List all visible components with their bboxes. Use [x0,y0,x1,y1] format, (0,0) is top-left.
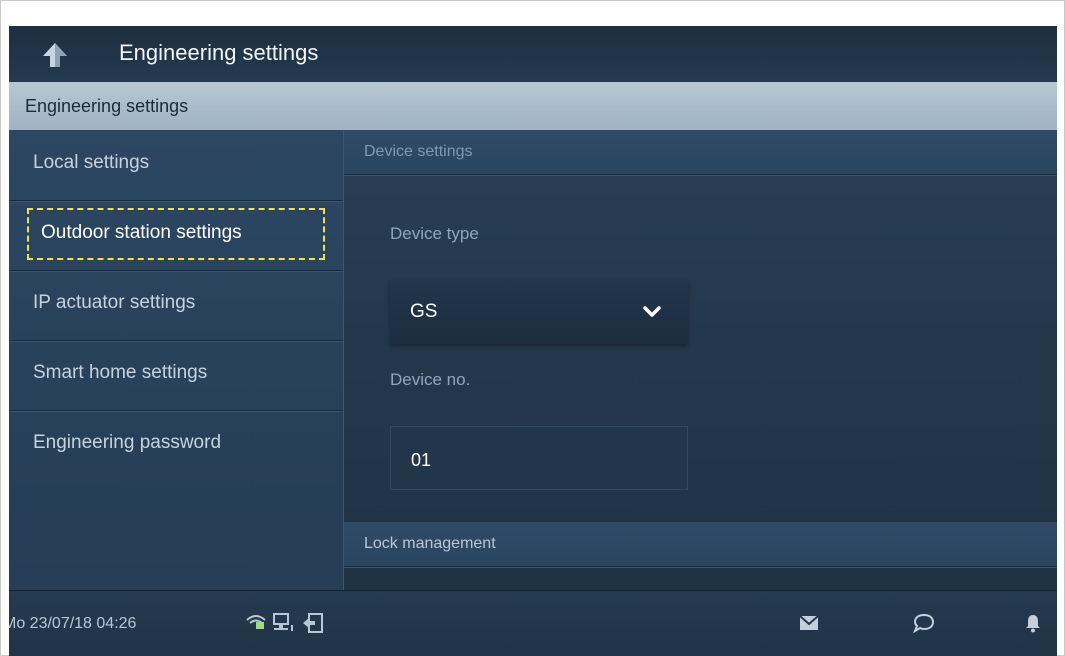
sidebar-item-outdoor-station-settings[interactable]: Outdoor station settings [9,200,343,271]
mail-icon[interactable] [799,615,819,631]
sidebar-item-label: Engineering password [33,432,222,453]
network-icon [273,613,293,631]
device-no-value: 01 [411,450,432,470]
chevron-down-icon [643,306,661,317]
main-panel: Device settings Device type GS Device no… [344,130,1057,590]
device-type-dropdown[interactable]: GS [390,280,688,344]
sidebar-item-engineering-password[interactable]: Engineering password [9,410,343,480]
device-no-field[interactable]: 01 [390,426,688,490]
lock-management-header[interactable]: Lock management [344,522,1057,567]
sidebar-item-label: Local settings [33,152,150,173]
datetime-label: Mo 23/07/18 04:26 [9,615,137,632]
page-title: Engineering settings [119,40,319,65]
back-button[interactable] [35,38,75,72]
sidebar-item-label: Outdoor station settings [41,222,242,243]
sidebar-item-label: IP actuator settings [33,292,196,313]
panel-screen: Engineering settings Engineering setting… [9,26,1057,656]
sidebar-item-ip-actuator-settings[interactable]: IP actuator settings [9,270,343,341]
lock-management-header-label: Lock management [364,535,496,552]
device-no-label: Device no. [390,370,471,389]
status-bar: Mo 23/07/18 04:26 [9,590,1057,656]
sidebar-item-label: Smart home settings [33,362,208,383]
title-bar: Engineering settings [9,26,1057,82]
back-arrow-icon [43,43,67,67]
device-type-value: GS [410,301,438,322]
device-type-label: Device type [390,224,479,243]
bell-icon[interactable] [1025,613,1041,633]
wifi-icon [246,615,266,629]
sidebar: Local settings Outdoor station settings … [9,130,344,590]
device-settings-header: Device settings [344,130,1057,175]
sidebar-item-local-settings[interactable]: Local settings [9,130,343,201]
sidebar-item-smart-home-settings[interactable]: Smart home settings [9,340,343,411]
device-settings-header-label: Device settings [364,143,473,160]
section-header-label: Engineering settings [25,96,189,116]
section-header: Engineering settings [9,82,1057,130]
chat-icon[interactable] [913,613,935,633]
door-exit-icon[interactable] [302,612,324,634]
